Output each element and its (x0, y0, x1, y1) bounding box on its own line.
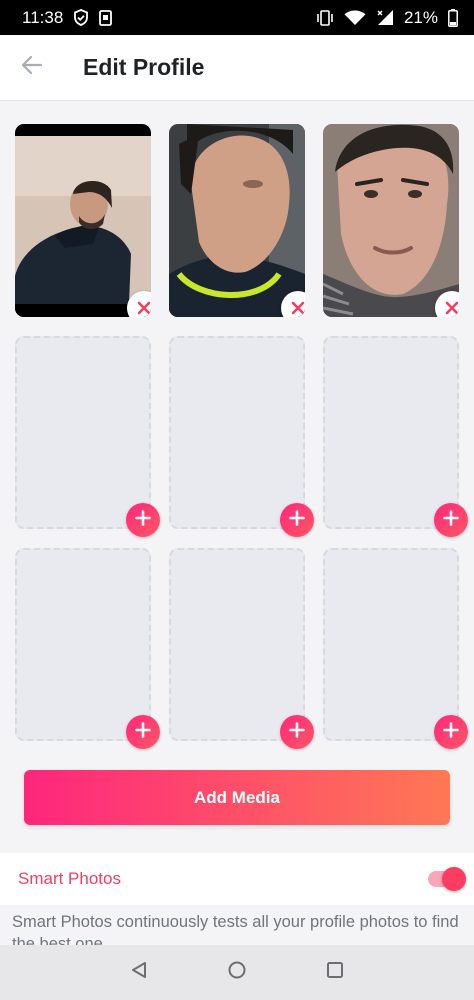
add-media-slot-button-7[interactable] (126, 715, 160, 749)
profile-photo-2[interactable] (169, 124, 305, 317)
smart-photos-toggle[interactable] (426, 865, 466, 893)
arrow-left-icon (21, 55, 43, 80)
photo-image-2 (169, 124, 305, 317)
empty-media-slot-9[interactable] (323, 548, 468, 749)
plus-icon (443, 509, 459, 531)
empty-media-slot-8[interactable] (169, 548, 314, 749)
page-title: Edit Profile (83, 54, 205, 80)
add-media-slot-button-5[interactable] (280, 503, 314, 537)
close-icon (291, 301, 305, 315)
system-nav-bar (0, 945, 474, 1000)
plus-icon (289, 721, 305, 743)
close-icon (445, 301, 459, 315)
smart-photos-row: Smart Photos (0, 853, 474, 905)
photo-image-3 (323, 124, 459, 317)
add-media-slot-button-6[interactable] (434, 503, 468, 537)
home-circle-icon (227, 960, 247, 985)
signal-icon (376, 9, 394, 26)
back-triangle-icon (130, 961, 148, 984)
nav-home-button[interactable] (188, 945, 286, 1000)
back-button[interactable] (0, 35, 64, 101)
status-bar: 11:38 21% (0, 0, 474, 35)
battery-percentage: 21% (403, 7, 438, 27)
empty-media-slot-6[interactable] (323, 336, 468, 537)
battery-icon (448, 8, 458, 27)
add-media-slot-button-4[interactable] (126, 503, 160, 537)
vpn-shield-icon (73, 9, 89, 26)
profile-photo-3[interactable] (323, 124, 459, 317)
add-media-slot-button-8[interactable] (280, 715, 314, 749)
screenshot-icon (99, 9, 113, 26)
photo-image-1 (15, 124, 151, 317)
wifi-icon (344, 9, 366, 26)
close-icon (137, 301, 151, 315)
vibrate-icon (316, 9, 334, 26)
smart-photos-label: Smart Photos (18, 869, 121, 888)
plus-icon (135, 509, 151, 531)
app-bar: Edit Profile (0, 35, 474, 101)
plus-icon (135, 721, 151, 743)
plus-icon (443, 721, 459, 743)
add-media-button[interactable]: Add Media (24, 770, 450, 825)
nav-back-button[interactable] (90, 945, 188, 1000)
status-time: 11:38 (22, 7, 64, 27)
empty-media-slot-7[interactable] (15, 548, 160, 749)
profile-photo-1[interactable] (15, 124, 151, 317)
plus-icon (289, 509, 305, 531)
nav-recents-button[interactable] (286, 945, 384, 1000)
smart-photos-description: Smart Photos continuously tests all your… (12, 913, 459, 945)
add-media-slot-button-9[interactable] (434, 715, 468, 749)
recents-square-icon (326, 961, 344, 984)
toggle-knob (442, 867, 466, 891)
empty-media-slot-4[interactable] (15, 336, 160, 537)
empty-media-slot-5[interactable] (169, 336, 314, 537)
